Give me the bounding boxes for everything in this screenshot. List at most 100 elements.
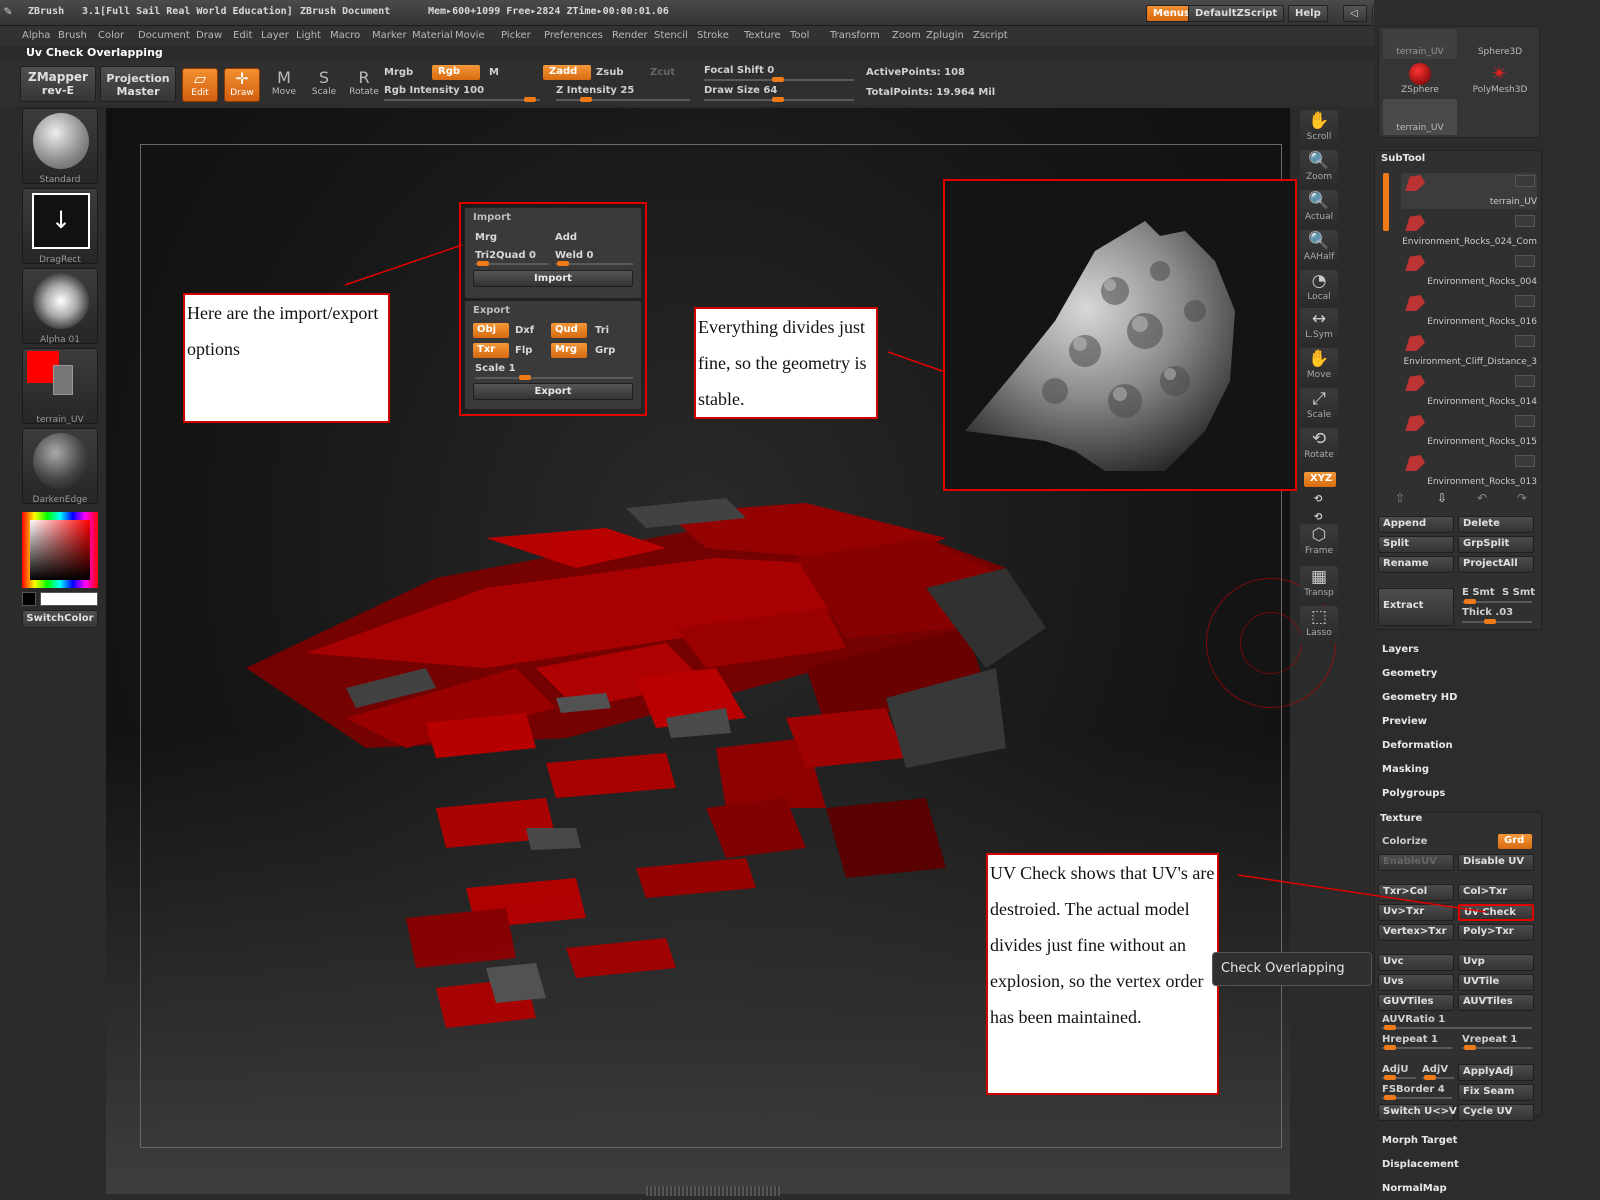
zcut-toggle[interactable]: Zcut (650, 67, 675, 78)
export-group-toggle[interactable]: Grp (595, 345, 615, 356)
actual-view-button[interactable]: 🔍 Actual (1300, 190, 1338, 228)
subtool-visibility-toggle[interactable] (1515, 455, 1535, 467)
section-preview[interactable]: Preview (1382, 716, 1427, 727)
uv-to-txr-button[interactable]: Uv>Txr (1378, 904, 1454, 921)
subtool-item[interactable]: Environment_Rocks_024_Com (1401, 213, 1537, 249)
import-merge-toggle[interactable]: Mrg (475, 232, 497, 243)
hrepeat-slider[interactable] (1382, 1045, 1452, 1050)
append-button[interactable]: Append (1378, 516, 1454, 533)
export-scale-slider[interactable] (475, 375, 633, 380)
menu-color[interactable]: Color (98, 30, 124, 41)
arrow-down-icon[interactable]: ⇩ (1437, 491, 1447, 505)
menu-transform[interactable]: Transform (830, 30, 880, 41)
colorize-toggle[interactable]: Colorize (1382, 836, 1427, 847)
export-button[interactable]: Export (473, 383, 633, 400)
zsub-toggle[interactable]: Zsub (596, 67, 623, 78)
menu-document[interactable]: Document (138, 30, 190, 41)
section-layers[interactable]: Layers (1382, 644, 1419, 655)
rotate-y-icon[interactable]: ⟲ (1314, 512, 1322, 523)
tool-thumb-sphere3d[interactable]: Sphere3D (1463, 29, 1537, 59)
focal-shift-slider[interactable] (704, 77, 854, 82)
auvratio-slider[interactable] (1382, 1025, 1532, 1030)
draw-tool-button[interactable]: ✛ Draw (224, 68, 260, 102)
texture-heading[interactable]: Texture (1380, 813, 1422, 824)
mrgb-toggle[interactable]: Mrgb (384, 67, 413, 78)
subtool-item[interactable]: Environment_Rocks_013 (1401, 453, 1537, 489)
smooth-slider[interactable] (1462, 599, 1532, 604)
subtool-visibility-toggle[interactable] (1515, 375, 1535, 387)
menu-marker[interactable]: Marker (372, 30, 407, 41)
draw-size-slider[interactable] (704, 97, 854, 102)
export-merge-toggle[interactable]: Mrg (551, 343, 587, 358)
alpha-thumbnail[interactable]: Alpha 01 (22, 268, 98, 345)
subtool-item[interactable]: Environment_Rocks_015 (1401, 413, 1537, 449)
l-sym-view-button[interactable]: ↔ L.Sym (1300, 308, 1338, 346)
menu-zoom[interactable]: Zoom (892, 30, 921, 41)
cycle-uv-button[interactable]: Cycle UV (1458, 1104, 1534, 1121)
thick-slider[interactable] (1462, 619, 1532, 624)
section-geometry[interactable]: Geometry (1382, 668, 1437, 679)
rename-button[interactable]: Rename (1378, 556, 1454, 573)
white-swatch[interactable] (40, 592, 98, 606)
auvtiles-button[interactable]: AUVTiles (1458, 994, 1534, 1011)
menu-edit[interactable]: Edit (233, 30, 252, 41)
adju-slider[interactable] (1382, 1075, 1416, 1080)
adjv-slider[interactable] (1422, 1075, 1454, 1080)
uvc-button[interactable]: Uvc (1378, 954, 1454, 971)
layout-left-icon[interactable]: ◁ (1343, 5, 1367, 22)
stroke-thumbnail[interactable]: ↓ DragRect (22, 188, 98, 265)
subtool-visibility-toggle[interactable] (1515, 215, 1535, 227)
subtool-scrollbar[interactable] (1383, 173, 1389, 231)
tri2quad-slider[interactable] (475, 261, 549, 266)
menu-zplugin[interactable]: Zplugin (926, 30, 964, 41)
texture-thumbnail[interactable]: terrain_UV (22, 348, 98, 425)
subtool-visibility-toggle[interactable] (1515, 255, 1535, 267)
section-displacement[interactable]: Displacement (1382, 1159, 1459, 1170)
subtool-heading[interactable]: SubTool (1381, 153, 1425, 164)
brush-thumbnail[interactable]: Standard (22, 108, 98, 185)
import-add-toggle[interactable]: Add (555, 232, 577, 243)
zoom-view-button[interactable]: 🔍 Zoom (1300, 150, 1338, 188)
enable-uv-button[interactable]: EnableUV (1378, 854, 1454, 871)
move-view-button[interactable]: ✋ Move (1300, 348, 1338, 386)
menu-tool[interactable]: Tool (790, 30, 809, 41)
z-intensity-slider[interactable] (556, 97, 690, 102)
export-dxf-toggle[interactable]: Dxf (515, 325, 534, 336)
grd-toggle[interactable]: Grd (1498, 834, 1532, 849)
switch-color-button[interactable]: SwitchColor (22, 610, 98, 628)
rgb-toggle[interactable]: Rgb (432, 65, 480, 80)
help-button[interactable]: Help (1288, 5, 1328, 22)
rotate-tool-button[interactable]: R Rotate (346, 68, 382, 102)
uv-check-button[interactable]: Uv Check (1458, 904, 1534, 921)
scale-tool-button[interactable]: S Scale (306, 68, 342, 102)
guvtiles-button[interactable]: GUVTiles (1378, 994, 1454, 1011)
export-obj-toggle[interactable]: Obj (473, 323, 509, 338)
vertex-to-txr-button[interactable]: Vertex>Txr (1378, 924, 1454, 941)
default-zscript-button[interactable]: DefaultZScript (1188, 5, 1285, 22)
section-normalmap[interactable]: NormalMap (1382, 1183, 1447, 1194)
menu-alpha[interactable]: Alpha (22, 30, 50, 41)
disable-uv-button[interactable]: Disable UV (1458, 854, 1534, 871)
subtool-visibility-toggle[interactable] (1515, 415, 1535, 427)
subtool-item[interactable]: Environment_Rocks_014 (1401, 373, 1537, 409)
menu-picker[interactable]: Picker (501, 30, 531, 41)
menu-render[interactable]: Render (612, 30, 648, 41)
rotate-view-button[interactable]: ⟲ Rotate (1300, 428, 1338, 466)
scroll-view-button[interactable]: ✋ Scroll (1300, 110, 1338, 148)
menu-brush[interactable]: Brush (58, 30, 87, 41)
scale-view-button[interactable]: ⤢ Scale (1300, 388, 1338, 426)
transp-view-button[interactable]: ▦ Transp (1300, 566, 1338, 604)
section-polygroups[interactable]: Polygroups (1382, 788, 1445, 799)
vrepeat-slider[interactable] (1462, 1045, 1532, 1050)
fsborder-slider[interactable] (1382, 1095, 1452, 1100)
subtool-visibility-toggle[interactable] (1515, 295, 1535, 307)
menu-zscript[interactable]: Zscript (973, 30, 1008, 41)
edit-tool-button[interactable]: ▱ Edit (182, 68, 218, 102)
rgb-intensity-slider[interactable] (384, 97, 540, 102)
fix-seam-button[interactable]: Fix Seam (1458, 1084, 1534, 1101)
export-tri-toggle[interactable]: Tri (595, 325, 609, 336)
txr-to-col-button[interactable]: Txr>Col (1378, 884, 1454, 901)
arrow-forward-icon[interactable]: ↷ (1517, 491, 1527, 505)
col-to-txr-button[interactable]: Col>Txr (1458, 884, 1534, 901)
menu-movie[interactable]: Movie (455, 30, 485, 41)
